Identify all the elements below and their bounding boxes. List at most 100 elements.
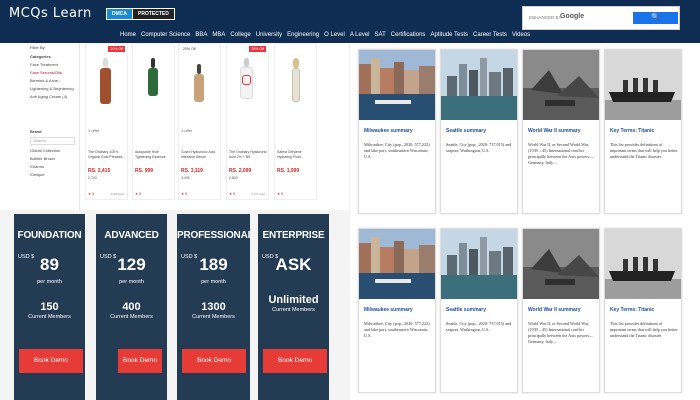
plan-currency: USD $: [18, 254, 35, 260]
article-card[interactable]: World War II summary World War II, or Se…: [522, 228, 600, 393]
nav-item[interactable]: Certifications: [391, 32, 426, 38]
article-card[interactable]: Key Terms: Titanic This list provides de…: [604, 228, 682, 393]
product-image: [183, 50, 217, 128]
filter-option[interactable]: Blemish & Acne...: [30, 78, 75, 83]
titanic-photo: [605, 50, 681, 120]
card-description: Seattle, City (pop., 2020: 737,015) and …: [446, 142, 512, 154]
nav-item[interactable]: Career Tests: [473, 32, 507, 38]
product-price: RS. 2,099: [229, 168, 252, 174]
book-demo-button[interactable]: Book Demo: [263, 349, 327, 373]
product-card[interactable]: 25% Off The Ordinary Hyaluronic Acid 2% …: [226, 43, 269, 200]
dmca-label: DMCA: [106, 8, 133, 20]
book-demo-button[interactable]: Book Demo: [182, 349, 246, 373]
plan-members-label: Current Members: [28, 314, 71, 320]
product-old-price: 2,800: [229, 176, 238, 180]
google-logo: Google: [560, 13, 585, 20]
nav-item[interactable]: SAT: [375, 32, 386, 38]
card-description: Milwaukee, City (pop., 2020: 577,222) an…: [364, 142, 430, 160]
nav-item[interactable]: MBA: [212, 32, 225, 38]
book-demo-button[interactable]: Book Demo: [19, 349, 83, 373]
plan-members-label: Current Members: [110, 314, 153, 320]
article-card[interactable]: Key Terms: Titanic This list provides de…: [604, 49, 682, 214]
filter-option[interactable]: Face Serums/Oils: [30, 70, 75, 75]
filter-option[interactable]: Anti Aging Cream (4): [30, 94, 75, 99]
plan-currency: USD $: [262, 254, 279, 260]
product-name: Safest Cetylene Hydrating Fluid...: [277, 150, 304, 159]
article-card[interactable]: Milwaukee summary Milwaukee, City (pop.,…: [358, 228, 436, 393]
product-sold: 2470 Sold: [251, 192, 265, 196]
plan-members: Unlimited: [268, 294, 319, 306]
product-name: The Ordinary 100% Organic Cold Pressed..…: [88, 150, 126, 159]
nav-item[interactable]: Videos: [512, 32, 530, 38]
main-nav: Home Computer Science BBA MBA College Un…: [120, 32, 530, 38]
card-description: Seattle, City (pop., 2020: 737,015) and …: [446, 321, 512, 333]
product-card[interactable]: 20% Off 1 offer Cosrx Hyaluronic Acid In…: [178, 43, 221, 200]
nav-item[interactable]: BBA: [195, 32, 207, 38]
card-title[interactable]: Milwaukee summary: [364, 307, 413, 313]
city-photo: [359, 50, 435, 120]
book-demo-button[interactable]: Book Demo: [118, 349, 162, 373]
filter-option[interactable]: Lightening & Brightening...: [30, 86, 75, 91]
plan-members: 150: [40, 301, 59, 313]
card-title[interactable]: Milwaukee summary: [364, 128, 413, 134]
plan-card-foundation: FOUNDATION USD $ 89 per month 150 Curren…: [14, 214, 85, 400]
search-box[interactable]: ENHANCED BY Google 🔍: [522, 6, 680, 30]
nav-item[interactable]: University: [256, 32, 282, 38]
titanic-photo: [605, 229, 681, 299]
nav-item[interactable]: Computer Science: [141, 32, 190, 38]
product-card[interactable]: Autopaste Hole Tightening Essence RS. 99…: [132, 43, 175, 200]
nav-item[interactable]: A Level: [350, 32, 370, 38]
card-title[interactable]: World War II summary: [528, 307, 581, 313]
filter-categories[interactable]: Categories: [30, 54, 75, 59]
plan-period: per month: [119, 279, 144, 285]
filter-brand[interactable]: Brand: [30, 129, 75, 134]
dmca-badge[interactable]: DMCA PROTECTED: [106, 8, 175, 20]
plan-period: per month: [201, 279, 226, 285]
card-title[interactable]: World War II summary: [528, 128, 581, 134]
article-card[interactable]: World War II summary World War II, or Se…: [522, 49, 600, 214]
card-title[interactable]: Seattle summary: [446, 128, 486, 134]
filter-heading: Filter By: [30, 45, 45, 50]
nav-item[interactable]: Home: [120, 32, 136, 38]
plan-title: FOUNDATION: [17, 230, 82, 241]
discount-badge: 20% Off: [181, 46, 198, 52]
article-card[interactable]: Milwaukee summary Milwaukee, City (pop.,…: [358, 49, 436, 214]
product-name: The Ordinary Hyaluronic Acid 2% + B5: [229, 150, 267, 159]
plan-card-enterprise: ENTERPRISE USD $ ASK Unlimited Current M…: [258, 214, 329, 400]
article-grid: Milwaukee summary Milwaukee, City (pop.,…: [350, 43, 700, 400]
product-price: RS. 3,119: [181, 168, 203, 174]
product-rating: ★ 5: [229, 192, 236, 196]
nav-item[interactable]: Engineering: [287, 32, 319, 38]
search-button[interactable]: 🔍: [633, 12, 678, 24]
city-photo: [359, 229, 435, 299]
article-card[interactable]: Seattle summary Seattle, City (pop., 202…: [440, 49, 518, 214]
filter-option[interactable]: Face Treatment: [30, 62, 75, 67]
product-card[interactable]: 10% Off 1 offer The Ordinary 100% Organi…: [85, 43, 128, 200]
plan-card-advanced: ADVANCED USD $ 129 per month 400 Current…: [96, 214, 167, 400]
card-title[interactable]: Seattle summary: [446, 307, 486, 313]
nav-item[interactable]: O Level: [324, 32, 345, 38]
plan-members: 400: [122, 301, 141, 313]
war-photo: [523, 50, 599, 120]
nav-item[interactable]: Aptitude Tests: [430, 32, 468, 38]
brand-option[interactable]: Global Collection: [30, 148, 75, 153]
product-image: [231, 50, 265, 128]
product-name: Cosrx Hyaluronic Acid Intensive Serum: [181, 150, 216, 159]
site-logo[interactable]: MCQs Learn: [9, 6, 92, 21]
card-title[interactable]: Key Terms: Titanic: [610, 307, 654, 313]
article-card[interactable]: Seattle summary Seattle, City (pop., 202…: [440, 228, 518, 393]
brand-option[interactable]: Bubble Brown: [30, 156, 75, 161]
nav-item[interactable]: College: [230, 32, 250, 38]
product-card[interactable]: Safest Cetylene Hydrating Fluid... RS. 1…: [274, 43, 317, 200]
product-price: RS. 1,999: [277, 168, 300, 174]
brand-option[interactable]: Charms: [30, 164, 75, 169]
card-title[interactable]: Key Terms: Titanic: [610, 128, 654, 134]
offer-label: 1 offer: [88, 128, 100, 133]
plan-title: ADVANCED: [104, 230, 159, 241]
product-old-price: 2,700: [88, 176, 97, 180]
product-image: [90, 50, 124, 128]
brand-search-input[interactable]: Search: [30, 137, 75, 145]
brand-option[interactable]: Clinique: [30, 172, 75, 177]
offer-label: 1 offer: [181, 128, 193, 133]
plan-currency: USD $: [181, 254, 198, 260]
